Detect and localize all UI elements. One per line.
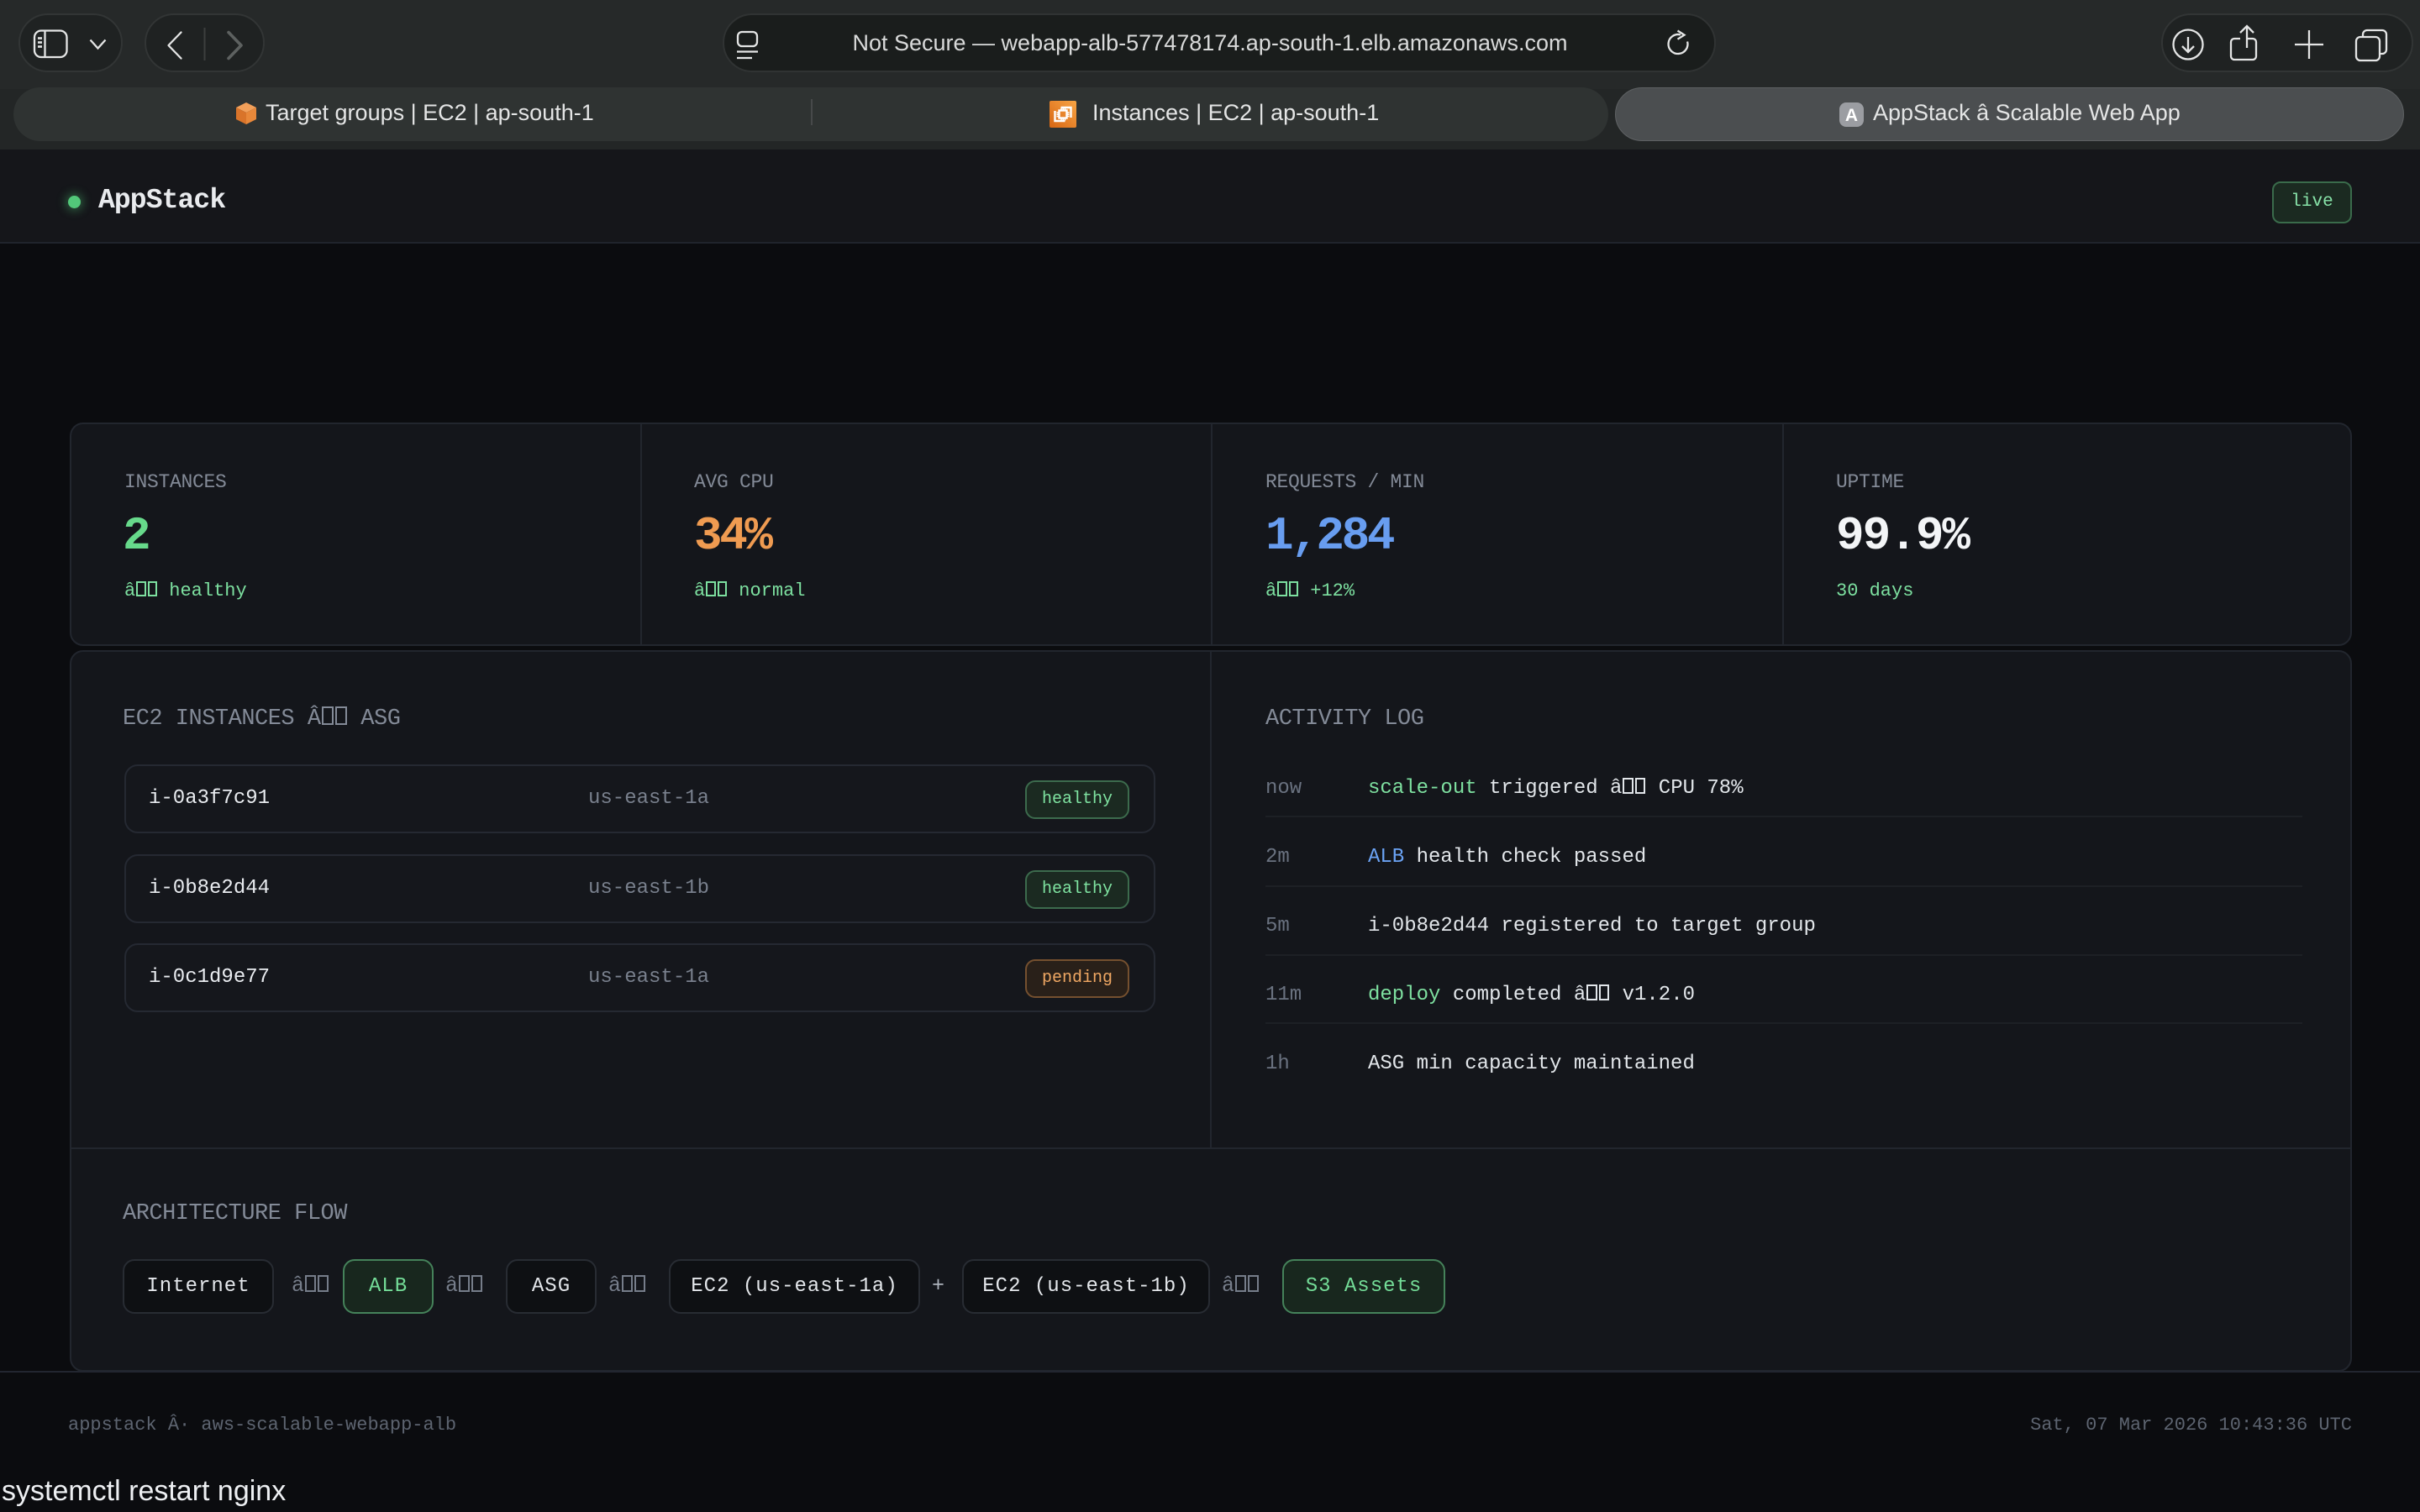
svg-text:A: A [1845,106,1858,125]
